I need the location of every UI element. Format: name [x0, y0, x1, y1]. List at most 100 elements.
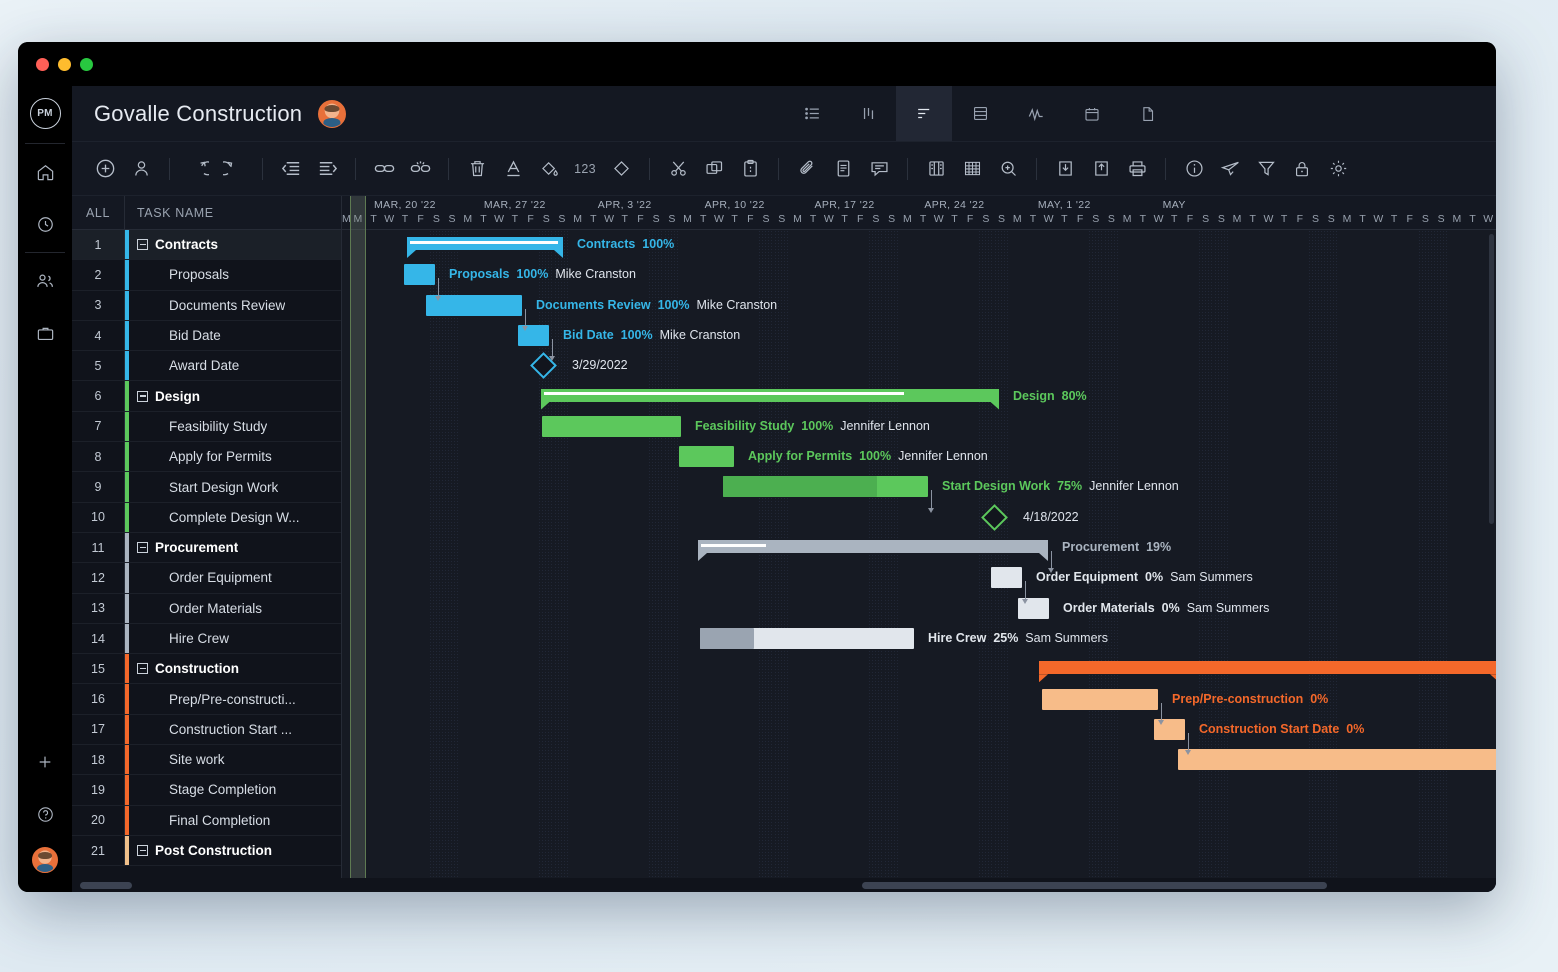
outdent-icon[interactable] [274, 152, 308, 186]
table-row[interactable]: 2Proposals [72, 260, 341, 290]
task-bar[interactable] [723, 476, 928, 497]
tab-workload[interactable] [1008, 86, 1064, 141]
table-row[interactable]: 14Hire Crew [72, 624, 341, 654]
chart-hscrollbar[interactable] [342, 878, 1496, 892]
collapse-toggle-icon[interactable] [137, 542, 148, 553]
table-row[interactable]: 6Design [72, 381, 341, 411]
home-icon[interactable] [18, 146, 72, 198]
copy-icon[interactable] [697, 152, 731, 186]
table-row[interactable]: 8Apply for Permits [72, 442, 341, 472]
collapse-toggle-icon[interactable] [137, 391, 148, 402]
table-row[interactable]: 5Award Date [72, 351, 341, 381]
delete-icon[interactable] [460, 152, 494, 186]
dependency-link [552, 339, 553, 357]
summary-bar[interactable] [407, 237, 563, 250]
chart-hscroll-thumb[interactable] [862, 882, 1327, 889]
row-color-bar [125, 836, 129, 865]
tab-sheet[interactable] [952, 86, 1008, 141]
project-owner-avatar[interactable] [318, 100, 346, 128]
table-row[interactable]: 17Construction Start ... [72, 715, 341, 745]
task-bar[interactable] [991, 567, 1022, 588]
tab-list[interactable] [784, 86, 840, 141]
task-bar[interactable] [700, 628, 914, 649]
collapse-toggle-icon[interactable] [137, 239, 148, 250]
app-logo[interactable]: PM [30, 98, 61, 129]
milestone-icon[interactable] [604, 152, 638, 186]
collapse-toggle-icon[interactable] [137, 845, 148, 856]
help-icon[interactable] [18, 788, 72, 840]
gantt-canvas[interactable]: Contracts 100%Proposals 100% Mike Cranst… [342, 230, 1496, 892]
cut-icon[interactable] [661, 152, 695, 186]
grid-hscrollbar[interactable] [72, 878, 342, 892]
minimize-window-button[interactable] [58, 58, 71, 71]
table-row[interactable]: 12Order Equipment [72, 563, 341, 593]
add-task-icon[interactable] [88, 152, 122, 186]
table-row[interactable]: 21Post Construction [72, 836, 341, 866]
summary-bar[interactable] [698, 540, 1048, 553]
column-header-task-name[interactable]: TASK NAME [124, 196, 341, 229]
user-avatar[interactable] [18, 840, 72, 892]
lock-icon[interactable] [1285, 152, 1319, 186]
number-format-icon[interactable]: 123 [568, 152, 602, 186]
clock-icon[interactable] [18, 198, 72, 250]
summary-bar[interactable] [541, 389, 999, 402]
link-tasks-icon[interactable] [367, 152, 401, 186]
table-row[interactable]: 7Feasibility Study [72, 412, 341, 442]
table-row[interactable]: 10Complete Design W... [72, 503, 341, 533]
send-icon[interactable] [1213, 152, 1247, 186]
table-row[interactable]: 20Final Completion [72, 806, 341, 836]
task-bar[interactable] [542, 416, 681, 437]
import-icon[interactable] [1048, 152, 1082, 186]
table-row[interactable]: 15Construction [72, 654, 341, 684]
briefcase-icon[interactable] [18, 307, 72, 359]
summary-bar[interactable] [1039, 661, 1496, 674]
indent-icon[interactable] [310, 152, 344, 186]
table-row[interactable]: 16Prep/Pre-constructi... [72, 684, 341, 714]
tab-pages[interactable] [1120, 86, 1176, 141]
table-row[interactable]: 1Contracts [72, 230, 341, 260]
fill-color-icon[interactable] [532, 152, 566, 186]
info-icon[interactable] [1177, 152, 1211, 186]
task-bar[interactable] [404, 264, 435, 285]
grid-icon[interactable] [955, 152, 989, 186]
task-bar[interactable] [679, 446, 734, 467]
team-icon[interactable] [18, 255, 72, 307]
collapse-toggle-icon[interactable] [137, 663, 148, 674]
table-row[interactable]: 18Site work [72, 745, 341, 775]
attachment-icon[interactable] [790, 152, 824, 186]
column-header-all[interactable]: ALL [72, 206, 124, 220]
dependency-link [1051, 551, 1052, 569]
tab-board[interactable] [840, 86, 896, 141]
text-color-icon[interactable] [496, 152, 530, 186]
tab-gantt[interactable] [896, 86, 952, 141]
assign-person-icon[interactable] [124, 152, 158, 186]
task-bar[interactable] [1042, 689, 1158, 710]
table-row[interactable]: 9Start Design Work [72, 472, 341, 502]
grid-hscroll-thumb[interactable] [80, 882, 132, 889]
zoom-icon[interactable] [991, 152, 1025, 186]
comment-icon[interactable] [862, 152, 896, 186]
task-name-label: Complete Design W... [169, 510, 300, 525]
task-bar[interactable] [1178, 749, 1496, 770]
close-window-button[interactable] [36, 58, 49, 71]
table-row[interactable]: 11Procurement [72, 533, 341, 563]
maximize-window-button[interactable] [80, 58, 93, 71]
columns-icon[interactable] [919, 152, 953, 186]
notes-icon[interactable] [826, 152, 860, 186]
task-name-label: Final Completion [169, 813, 270, 828]
redo-icon[interactable] [217, 152, 251, 186]
table-row[interactable]: 3Documents Review [72, 291, 341, 321]
settings-icon[interactable] [1321, 152, 1355, 186]
table-row[interactable]: 4Bid Date [72, 321, 341, 351]
tab-calendar[interactable] [1064, 86, 1120, 141]
export-icon[interactable] [1084, 152, 1118, 186]
filter-icon[interactable] [1249, 152, 1283, 186]
table-row[interactable]: 13Order Materials [72, 594, 341, 624]
chart-vscroll-thumb[interactable] [1489, 234, 1494, 524]
paste-icon[interactable] [733, 152, 767, 186]
undo-icon[interactable] [181, 152, 215, 186]
plus-icon[interactable] [18, 736, 72, 788]
unlink-tasks-icon[interactable] [403, 152, 437, 186]
table-row[interactable]: 19Stage Completion [72, 775, 341, 805]
print-icon[interactable] [1120, 152, 1154, 186]
